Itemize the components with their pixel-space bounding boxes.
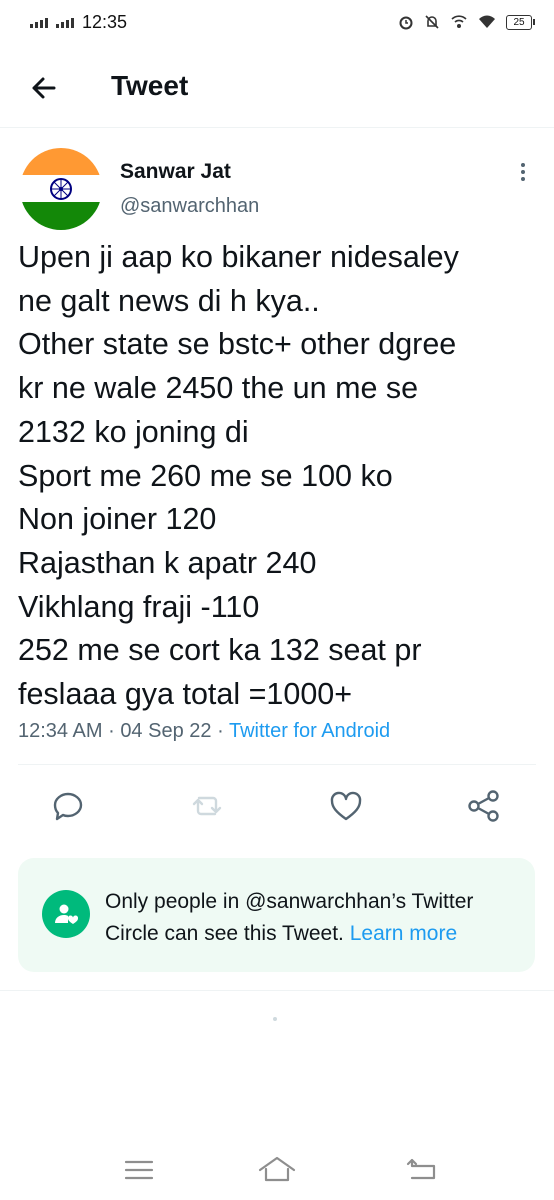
more-vertical-icon [512, 163, 534, 181]
retweet-button[interactable] [187, 786, 227, 826]
scroll-indicator [273, 1017, 277, 1021]
tweet-date: 04 Sep 22 [120, 720, 212, 742]
back-nav-icon [406, 1158, 436, 1180]
reply-icon [53, 792, 83, 821]
author-handle[interactable]: @sanwarchhan [120, 195, 259, 218]
person-heart-icon [55, 904, 79, 924]
menu-icon [124, 1160, 154, 1180]
share-icon [468, 790, 499, 822]
status-time: 12:35 [82, 11, 128, 32]
arrow-left-icon [32, 77, 56, 99]
battery-icon: 25 [506, 14, 535, 30]
home-button[interactable] [255, 1148, 299, 1192]
more-options-button[interactable] [512, 160, 534, 186]
like-button[interactable] [326, 786, 366, 826]
top-bar: Tweet [0, 48, 554, 128]
back-nav-button[interactable] [398, 1148, 442, 1192]
back-button[interactable] [24, 68, 64, 108]
learn-more-link[interactable]: Learn more [350, 922, 457, 945]
wifi-icon [479, 15, 495, 28]
circle-notice-text: Only people in @sanwarchhan’s Twitter Ci… [105, 886, 515, 950]
meta-separator: · [108, 720, 115, 742]
tweet-meta: 12:34 AM · 04 Sep 22 · Twitter for Andro… [18, 720, 390, 743]
tweet-source-link[interactable]: Twitter for Android [229, 720, 390, 742]
twitter-circle-icon [42, 890, 90, 938]
status-right: 25 [398, 14, 535, 30]
meta-separator: · [217, 720, 224, 742]
status-left: 12:35 [30, 12, 127, 33]
status-bar: 12:35 25 [0, 0, 554, 44]
avatar[interactable] [20, 148, 102, 230]
home-icon [258, 1156, 296, 1182]
divider [18, 764, 536, 765]
tweet-text: Upen ji aap ko bikaner nidesaley ne galt… [18, 240, 459, 712]
alarm-icon [399, 16, 413, 30]
twitter-circle-notice: Only people in @sanwarchhan’s Twitter Ci… [18, 858, 535, 972]
system-nav-bar [0, 1140, 554, 1200]
tweet-time: 12:34 AM [18, 720, 103, 742]
reply-button[interactable] [48, 786, 88, 826]
share-button[interactable] [464, 786, 504, 826]
indian-flag-avatar [50, 178, 72, 200]
wifi-calling-icon [451, 15, 467, 28]
signal-icon [30, 16, 48, 28]
recent-apps-button[interactable] [117, 1148, 161, 1192]
retweet-icon [192, 796, 222, 816]
tweet-actions [0, 780, 554, 830]
signal-icon [56, 16, 74, 28]
page-title: Tweet [111, 70, 189, 101]
divider [0, 990, 554, 991]
mute-icon [425, 15, 439, 29]
author-name[interactable]: Sanwar Jat [120, 160, 231, 184]
heart-icon [330, 791, 362, 821]
